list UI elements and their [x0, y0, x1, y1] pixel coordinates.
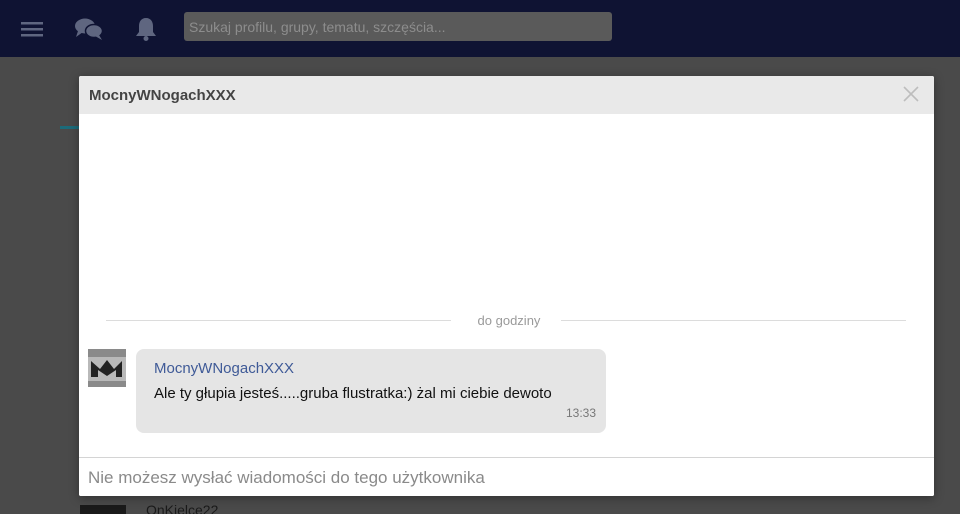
chat-modal: MocnyWNogachXXX do godziny MocnyWNogachX… [79, 76, 934, 496]
message-timestamp: 13:33 [565, 406, 596, 420]
message-composer-disabled: Nie możesz wysłać wiadomości do tego uży… [79, 457, 934, 496]
divider-line-right [561, 320, 906, 321]
background-avatar [80, 505, 126, 514]
message-author-link[interactable]: MocnyWNogachXXX [154, 360, 294, 377]
composer-notice: Nie możesz wysłać wiadomości do tego uży… [88, 468, 485, 487]
search-input[interactable] [189, 12, 612, 41]
modal-title: MocnyWNogachXXX [89, 87, 236, 104]
background-username: OnKielce22 [146, 503, 219, 514]
message-bubble: MocnyWNogachXXX Ale ty głupia jesteś....… [136, 349, 606, 433]
menu-icon[interactable] [17, 14, 47, 44]
background-tab-indicator [60, 126, 80, 129]
avatar[interactable] [88, 349, 126, 387]
divider-line-left [106, 320, 451, 321]
chat-bubbles-icon[interactable] [74, 14, 104, 44]
time-divider-label: do godziny [477, 313, 541, 328]
bell-icon[interactable] [131, 14, 161, 44]
close-icon[interactable] [902, 85, 920, 103]
top-nav-bar [0, 0, 960, 57]
message-text: Ale ty głupia jesteś.....gruba flustratk… [154, 385, 552, 402]
modal-header: MocnyWNogachXXX [79, 76, 934, 114]
search-box[interactable] [184, 12, 612, 41]
